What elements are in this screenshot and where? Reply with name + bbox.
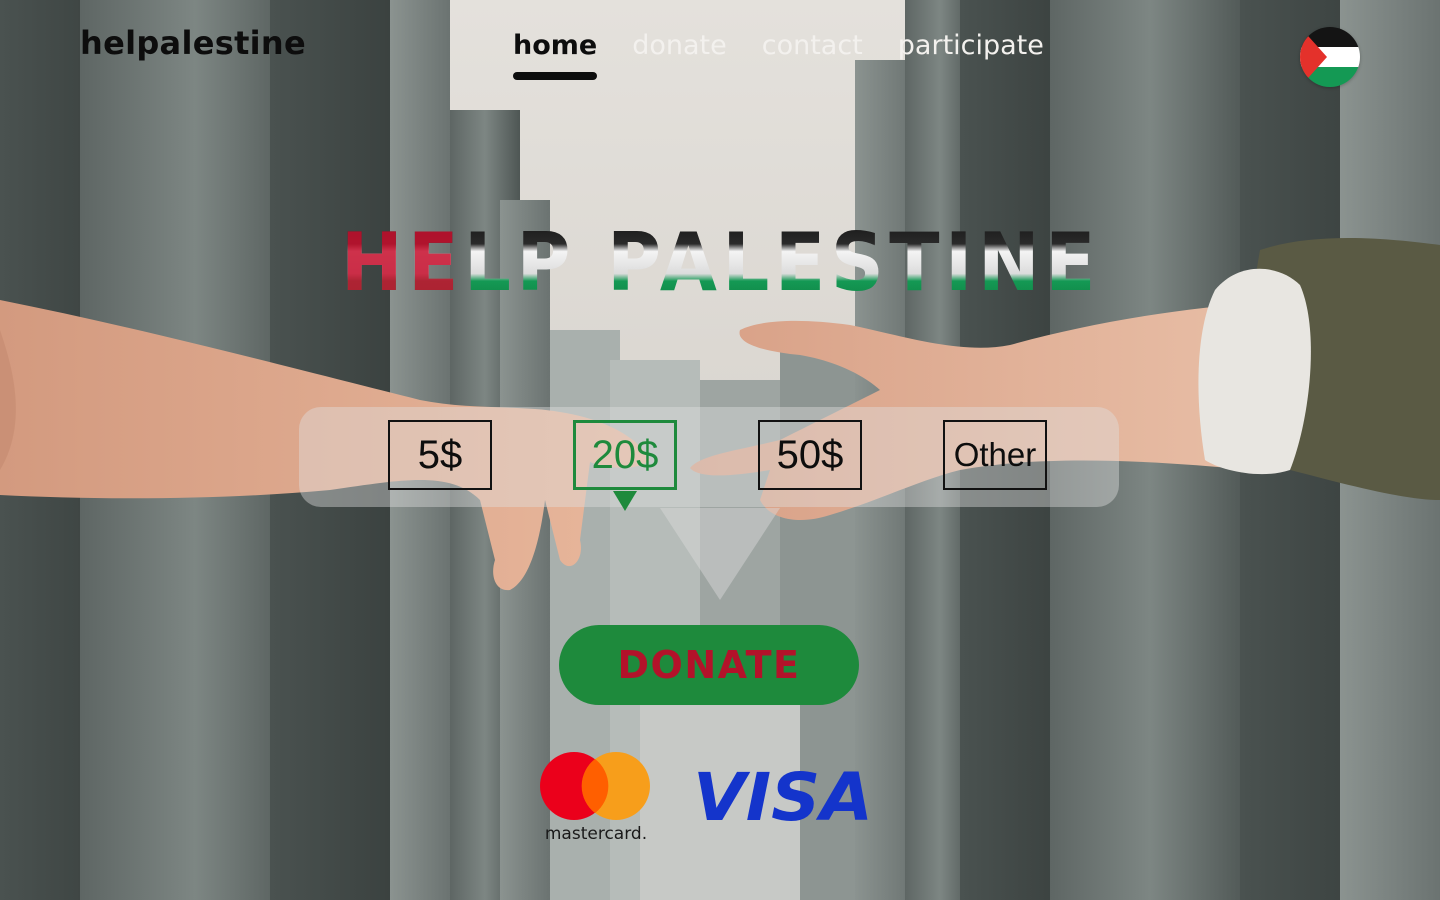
active-nav-indicator bbox=[513, 72, 598, 80]
amount-option-other[interactable]: Other bbox=[943, 420, 1047, 490]
nav-participate[interactable]: participate bbox=[898, 30, 1044, 62]
nav-donate[interactable]: donate bbox=[632, 30, 727, 62]
nav-home[interactable]: home bbox=[513, 30, 598, 80]
mastercard-wordmark: mastercard. bbox=[545, 824, 647, 844]
hero-title: HELP PALESTINE HELP PALESTINE bbox=[336, 215, 1106, 309]
nav-contact[interactable]: contact bbox=[762, 30, 863, 62]
brand-logo[interactable]: helpalestine bbox=[80, 24, 306, 62]
main-nav: home donate contact participate bbox=[513, 30, 1044, 80]
donate-button-label: DONATE bbox=[617, 643, 801, 687]
amount-option-50[interactable]: 50$ bbox=[758, 420, 862, 490]
decorative-triangle bbox=[660, 508, 780, 600]
donate-button[interactable]: DONATE bbox=[559, 625, 859, 705]
amount-option-5[interactable]: 5$ bbox=[388, 420, 492, 490]
nav-contact-label: contact bbox=[761, 30, 863, 61]
hero-title-red-overlay: HELP PALESTINE bbox=[341, 216, 1101, 305]
visa-logo: VISA bbox=[688, 758, 878, 836]
nav-home-label: home bbox=[513, 30, 598, 61]
visa-wordmark: VISA bbox=[693, 759, 873, 828]
palestine-flag-icon[interactable] bbox=[1300, 27, 1360, 87]
amount-option-20[interactable]: 20$ bbox=[573, 420, 677, 490]
nav-donate-label: donate bbox=[632, 30, 727, 61]
mastercard-logo: mastercard. bbox=[538, 752, 654, 844]
selected-amount-pointer bbox=[613, 491, 637, 511]
nav-participate-label: participate bbox=[897, 30, 1044, 61]
